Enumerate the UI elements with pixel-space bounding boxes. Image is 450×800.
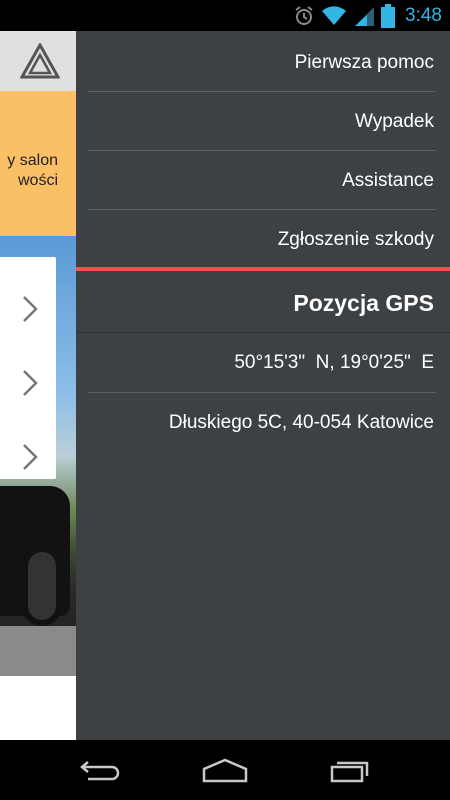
alarm-icon	[295, 5, 313, 25]
system-nav-bar	[0, 740, 450, 800]
menu-item-label: Assistance	[342, 169, 434, 191]
section-accent-divider	[76, 267, 450, 271]
menu-item-label: Zgłoszenie szkody	[277, 228, 434, 250]
banner-text-line1: y salon	[7, 152, 58, 169]
background-app: y salon wości	[0, 31, 76, 740]
bottom-area	[0, 676, 76, 740]
battery-icon	[381, 3, 396, 28]
gps-coordinates: 50°15'3" N, 19°0'25" E	[234, 351, 434, 373]
status-time: 3:48	[405, 4, 442, 26]
recent-apps-icon	[330, 761, 369, 783]
menu-item-damage-report[interactable]: Zgłoszenie szkody	[88, 210, 436, 269]
wifi-icon	[322, 5, 347, 25]
banner-text-line2: wości	[17, 172, 58, 189]
back-icon	[80, 761, 120, 781]
options-card	[0, 257, 56, 479]
status-icons: 3:48	[293, 2, 442, 29]
banner-text: y salon wości	[0, 151, 58, 191]
recent-apps-button[interactable]	[320, 752, 380, 788]
chevron-right-icon[interactable]	[20, 294, 40, 324]
gps-section-title: Pozycja GPS	[293, 289, 434, 316]
back-button[interactable]	[70, 752, 130, 788]
chevron-right-icon[interactable]	[20, 442, 40, 472]
menu-item-accident[interactable]: Wypadek	[88, 92, 436, 151]
road	[0, 626, 76, 676]
car-wheel	[22, 546, 62, 626]
menu-item-first-aid[interactable]: Pierwsza pomoc	[88, 33, 436, 92]
home-button[interactable]	[195, 752, 255, 788]
signal-icon	[355, 6, 375, 26]
status-bar: 3:48	[0, 0, 450, 31]
gps-address: Dłuskiego 5C, 40-054 Katowice	[168, 412, 434, 433]
home-icon	[202, 758, 248, 783]
chevron-right-icon[interactable]	[20, 368, 40, 398]
promo-banner[interactable]: y salon wości	[0, 91, 76, 236]
navigation-drawer: Pierwsza pomoc Wypadek Assistance Zgłosz…	[76, 31, 450, 740]
menu-item-label: Wypadek	[354, 110, 434, 132]
warning-triangle-icon[interactable]	[20, 43, 60, 79]
menu-item-assistance[interactable]: Assistance	[88, 151, 436, 210]
app-header	[0, 31, 76, 91]
menu-item-label: Pierwsza pomoc	[294, 51, 434, 73]
